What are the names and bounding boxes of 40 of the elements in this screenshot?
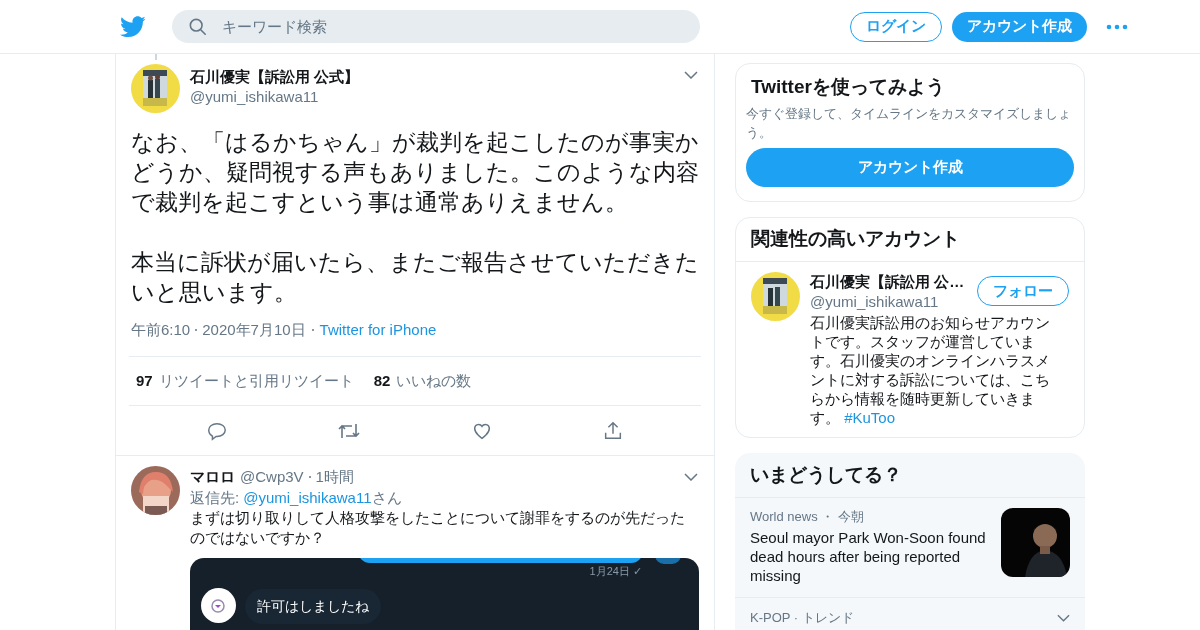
tweet-text: 本当に訴状が届いたら、またご報告させていただきたいと思います。 [131,248,700,307]
account-handle: @yumi_ishikawa11 [810,292,940,312]
chat-message: 許可はしましたね [245,589,381,624]
news-headline[interactable]: Seoul mayor Park Won-Soon found dead hours after being reported missing [750,528,991,585]
bird-logo-icon[interactable] [120,15,146,38]
more-icon[interactable] [1106,23,1128,30]
reply-label: 返信先: [190,488,240,508]
stat-label: いいねの数 [396,370,472,391]
card-title: いまどうしてる？ [735,453,1085,498]
search-icon [189,18,207,36]
account-bio: 石川優実訴訟用のお知らせアカウントです。スタッフが運営しています。石川優実のオンラインハラスメントに対する訴訟については、こちらから情報を随時更新していきます。 #KuToo [810,313,1051,427]
chevron-down-icon[interactable] [684,71,698,79]
stat-count: 82 [373,370,391,391]
author-handle: @yumi_ishikawa11 [190,87,320,107]
mention-link[interactable]: @yumi_ishikawa11 [243,488,372,508]
hashtag-link[interactable]: #KuToo [844,409,896,426]
signup-button[interactable]: アカウント作成 [952,11,1087,42]
author-handle: @Cwp3V [240,467,304,487]
search-field[interactable]: キーワード検索 [172,10,700,43]
tweet-text: なお、「はるかちゃん」が裁判を起こしたのが事実かどうか、疑問視する声もありました。このような内容で裁判を起こすという事は通常ありえません。 [131,128,700,217]
stat-label: リツイートと引用リツイート [158,370,354,391]
card-title: 関連性の高いアカウント [736,218,1084,262]
card-text: 今すぐ登録して、タイムラインをカスタマイズしましょう。 [746,105,1072,142]
author-name: 石川優実【訴訟用 公式】 [190,67,361,87]
tweet-time: 1時間 [315,467,354,487]
news-category: World news ・ 今朝 [750,508,865,526]
message-timestamp: 1月24日 ✓ [589,564,642,579]
author-name: マロロ [190,467,235,487]
trend-category: K-POP · トレンド [750,609,855,627]
card-title: Twitterを使ってみよう [750,75,946,99]
source-link[interactable]: Twitter for iPhone [319,318,437,342]
chevron-down-icon[interactable] [684,473,698,481]
signup-button[interactable]: アカウント作成 [746,148,1074,187]
chevron-down-icon[interactable] [1057,613,1070,622]
tweet-date: 2020年7月10日 [202,319,306,340]
tweet-time: 午前6:10 [131,319,191,340]
reply-suffix: さん [371,488,402,508]
stat-count: 97 [136,370,153,391]
reply-text: まずは切り取りして人格攻撃をしたことについて謝罪をするのが先だったのではないですか？ [190,508,686,548]
account-name: 石川優実【訴訟用 公… [810,272,966,292]
